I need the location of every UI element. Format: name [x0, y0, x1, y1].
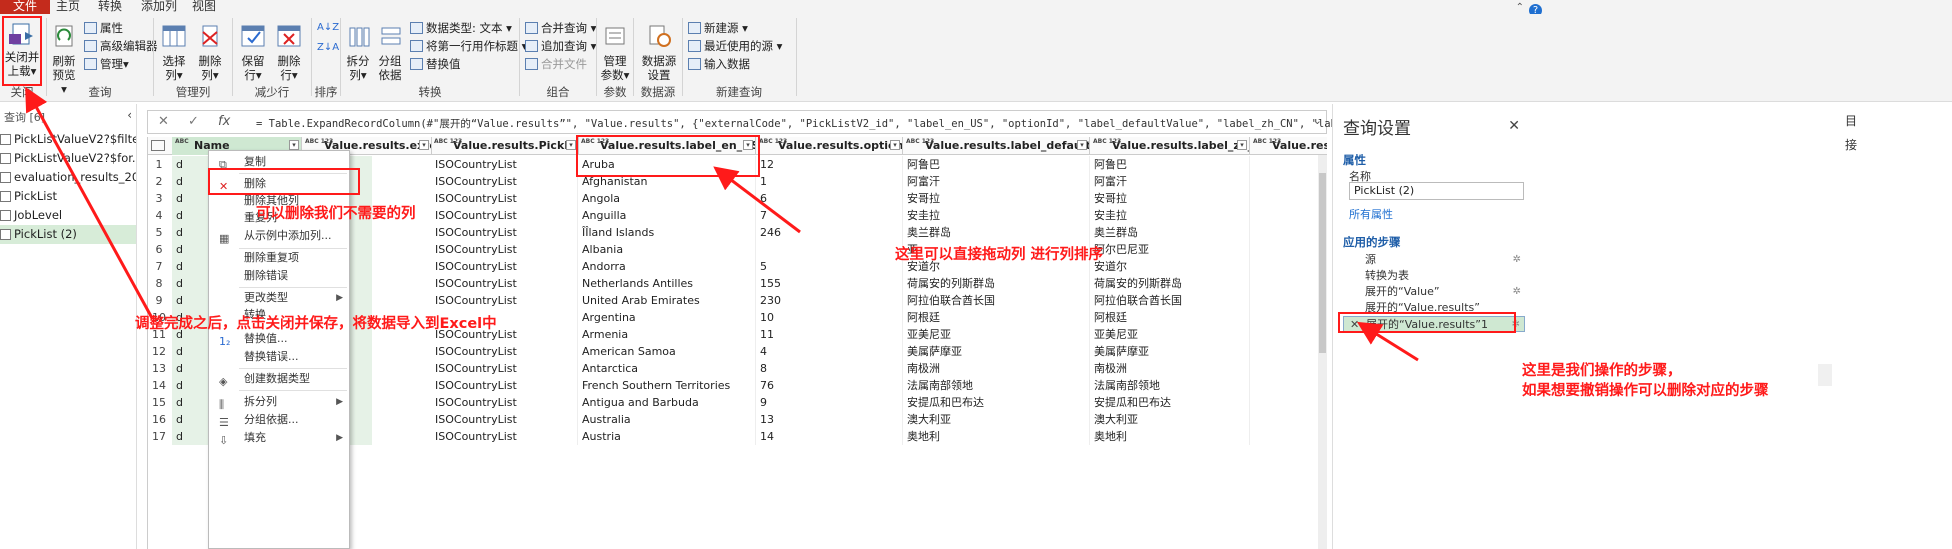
annotation-drag-columns: 这里可以直接拖动列 进行列排序: [895, 247, 1104, 263]
annotation-steps-1: 这里是我们操作的步骤，: [1522, 363, 1682, 379]
annotation-delete-columns: 可以删除我们不需要的列: [256, 206, 416, 222]
annotation-steps-2: 如果想要撤销操作可以删除对应的步骤: [1522, 383, 1769, 399]
annotation-close-save: 调整完成之后，点击关闭并保存，将数据导入到Excel中: [135, 316, 497, 332]
annotation-arrows: [25, 86, 1419, 362]
